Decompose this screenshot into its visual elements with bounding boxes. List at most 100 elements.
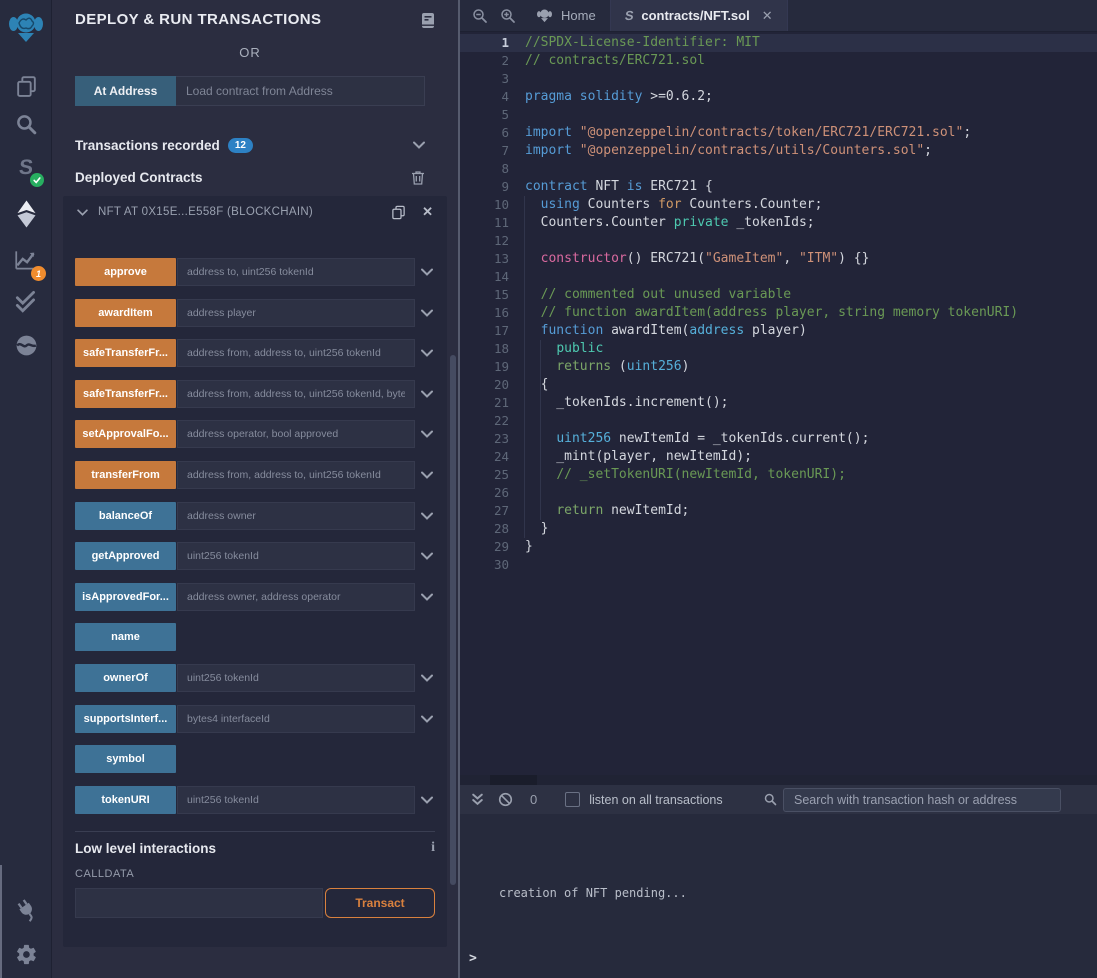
function-button[interactable]: balanceOf <box>75 502 176 530</box>
function-button[interactable]: ownerOf <box>75 664 176 692</box>
function-button[interactable]: safeTransferFr... <box>75 339 176 367</box>
copy-icon[interactable] <box>391 204 406 220</box>
code-line[interactable]: returns (uint256) <box>520 358 1097 376</box>
collapse-terminal-icon[interactable] <box>462 793 492 806</box>
function-args-input[interactable] <box>177 705 415 733</box>
chevron-down-icon[interactable] <box>421 796 435 804</box>
function-button[interactable]: awardItem <box>75 299 176 327</box>
listen-transactions-label[interactable]: listen on all transactions <box>589 793 722 807</box>
function-args-input[interactable] <box>177 542 415 570</box>
code-line[interactable]: return newItemId; <box>520 502 1097 520</box>
deploy-and-run-icon[interactable] <box>0 198 52 230</box>
code-line[interactable]: contract NFT is ERC721 { <box>520 178 1097 196</box>
chevron-down-icon[interactable] <box>421 593 435 601</box>
function-button[interactable]: approve <box>75 258 176 286</box>
code-line[interactable]: _tokenIds.increment(); <box>520 394 1097 412</box>
tab-home[interactable]: Home <box>522 0 611 31</box>
chevron-down-icon[interactable] <box>413 141 425 149</box>
function-args-input[interactable] <box>177 380 415 408</box>
function-args-input[interactable] <box>177 420 415 448</box>
at-address-button[interactable]: At Address <box>75 76 176 106</box>
chevron-down-icon[interactable] <box>421 268 435 276</box>
chevron-down-icon[interactable] <box>421 471 435 479</box>
panel-scrollbar[interactable] <box>450 355 456 885</box>
zoom-out-icon[interactable] <box>466 0 494 31</box>
chevron-down-icon[interactable] <box>421 309 435 317</box>
code-line[interactable] <box>520 232 1097 250</box>
solidity-compiler-icon[interactable]: S <box>0 152 52 184</box>
code-line[interactable]: uint256 newItemId = _tokenIds.current(); <box>520 430 1097 448</box>
code-line[interactable]: } <box>520 520 1097 538</box>
function-button[interactable]: transferFrom <box>75 461 176 489</box>
function-button[interactable]: symbol <box>75 745 176 773</box>
code-line[interactable] <box>520 268 1097 286</box>
function-button[interactable]: name <box>75 623 176 651</box>
zoom-in-icon[interactable] <box>494 0 522 31</box>
code-line[interactable]: // _setTokenURI(newItemId, tokenURI); <box>520 466 1097 484</box>
terminal-resize-handle[interactable] <box>460 775 1097 785</box>
settings-gear-icon[interactable] <box>0 940 52 968</box>
code-line[interactable]: // contracts/ERC721.sol <box>520 52 1097 70</box>
static-analysis-icon[interactable]: 1 <box>0 245 52 275</box>
info-icon[interactable]: i <box>431 840 435 856</box>
function-button[interactable]: safeTransferFr... <box>75 380 176 408</box>
code-line[interactable]: //SPDX-License-Identifier: MIT <box>520 34 1097 52</box>
code-line[interactable]: using Counters for Counters.Counter; <box>520 196 1097 214</box>
code-line[interactable]: { <box>520 376 1097 394</box>
transact-button[interactable]: Transact <box>325 888 435 918</box>
chevron-down-icon[interactable] <box>421 552 435 560</box>
code-line[interactable] <box>520 106 1097 124</box>
chevron-down-icon[interactable] <box>421 512 435 520</box>
iconbar-scrollbar[interactable] <box>0 865 2 978</box>
function-button[interactable]: setApprovalFo... <box>75 420 176 448</box>
close-tab-icon[interactable]: ✕ <box>762 8 773 24</box>
plugin-manager-icon[interactable] <box>0 895 52 923</box>
code-line[interactable]: constructor() ERC721("GameItem", "ITM") … <box>520 250 1097 268</box>
function-button[interactable]: tokenURI <box>75 786 176 814</box>
deployed-contract-header[interactable]: NFT AT 0X15E...E558F (BLOCKCHAIN) ✕ <box>63 196 447 228</box>
code-line[interactable] <box>520 556 1097 574</box>
code-line[interactable]: // function awardItem(address player, st… <box>520 304 1097 322</box>
close-icon[interactable]: ✕ <box>422 204 433 220</box>
function-button[interactable]: getApproved <box>75 542 176 570</box>
function-args-input[interactable] <box>177 461 415 489</box>
chevron-down-icon[interactable] <box>421 430 435 438</box>
chevron-down-icon[interactable] <box>421 390 435 398</box>
unit-testing-icon[interactable] <box>0 287 52 315</box>
documentation-book-icon[interactable] <box>420 12 436 34</box>
search-icon[interactable] <box>0 110 52 138</box>
code-line[interactable]: _mint(player, newItemId); <box>520 448 1097 466</box>
code-line[interactable] <box>520 160 1097 178</box>
chevron-down-icon[interactable] <box>421 715 435 723</box>
code-line[interactable] <box>520 412 1097 430</box>
code-editor[interactable]: 1234567891011121314151617181920212223242… <box>460 32 1097 775</box>
remix-logo-icon[interactable] <box>0 6 52 48</box>
code-line[interactable]: pragma solidity >=0.6.2; <box>520 88 1097 106</box>
function-button[interactable]: supportsInterf... <box>75 705 176 733</box>
code-line[interactable]: } <box>520 538 1097 556</box>
code-line[interactable]: public <box>520 340 1097 358</box>
code-line[interactable] <box>520 70 1097 88</box>
file-explorer-icon[interactable] <box>0 72 52 100</box>
code-line[interactable]: // commented out unused variable <box>520 286 1097 304</box>
code-line[interactable] <box>520 484 1097 502</box>
calldata-input[interactable] <box>75 888 323 918</box>
at-address-input[interactable] <box>176 76 425 106</box>
function-args-input[interactable] <box>177 583 415 611</box>
function-button[interactable]: isApprovedFor... <box>75 583 176 611</box>
code-line[interactable]: import "@openzeppelin/contracts/utils/Co… <box>520 142 1097 160</box>
function-args-input[interactable] <box>177 502 415 530</box>
listen-transactions-checkbox[interactable] <box>565 792 580 807</box>
plugin-circle-icon[interactable] <box>0 331 52 359</box>
function-args-input[interactable] <box>177 339 415 367</box>
chevron-down-icon[interactable] <box>421 674 435 682</box>
trash-icon[interactable] <box>411 170 425 185</box>
code-line[interactable]: function awardItem(address player) <box>520 322 1097 340</box>
tab-nft-sol[interactable]: S contracts/NFT.sol ✕ <box>611 0 788 31</box>
terminal-search-input[interactable] <box>783 788 1061 812</box>
chevron-down-icon[interactable] <box>421 349 435 357</box>
function-args-input[interactable] <box>177 258 415 286</box>
code-line[interactable]: import "@openzeppelin/contracts/token/ER… <box>520 124 1097 142</box>
function-args-input[interactable] <box>177 786 415 814</box>
function-args-input[interactable] <box>177 664 415 692</box>
